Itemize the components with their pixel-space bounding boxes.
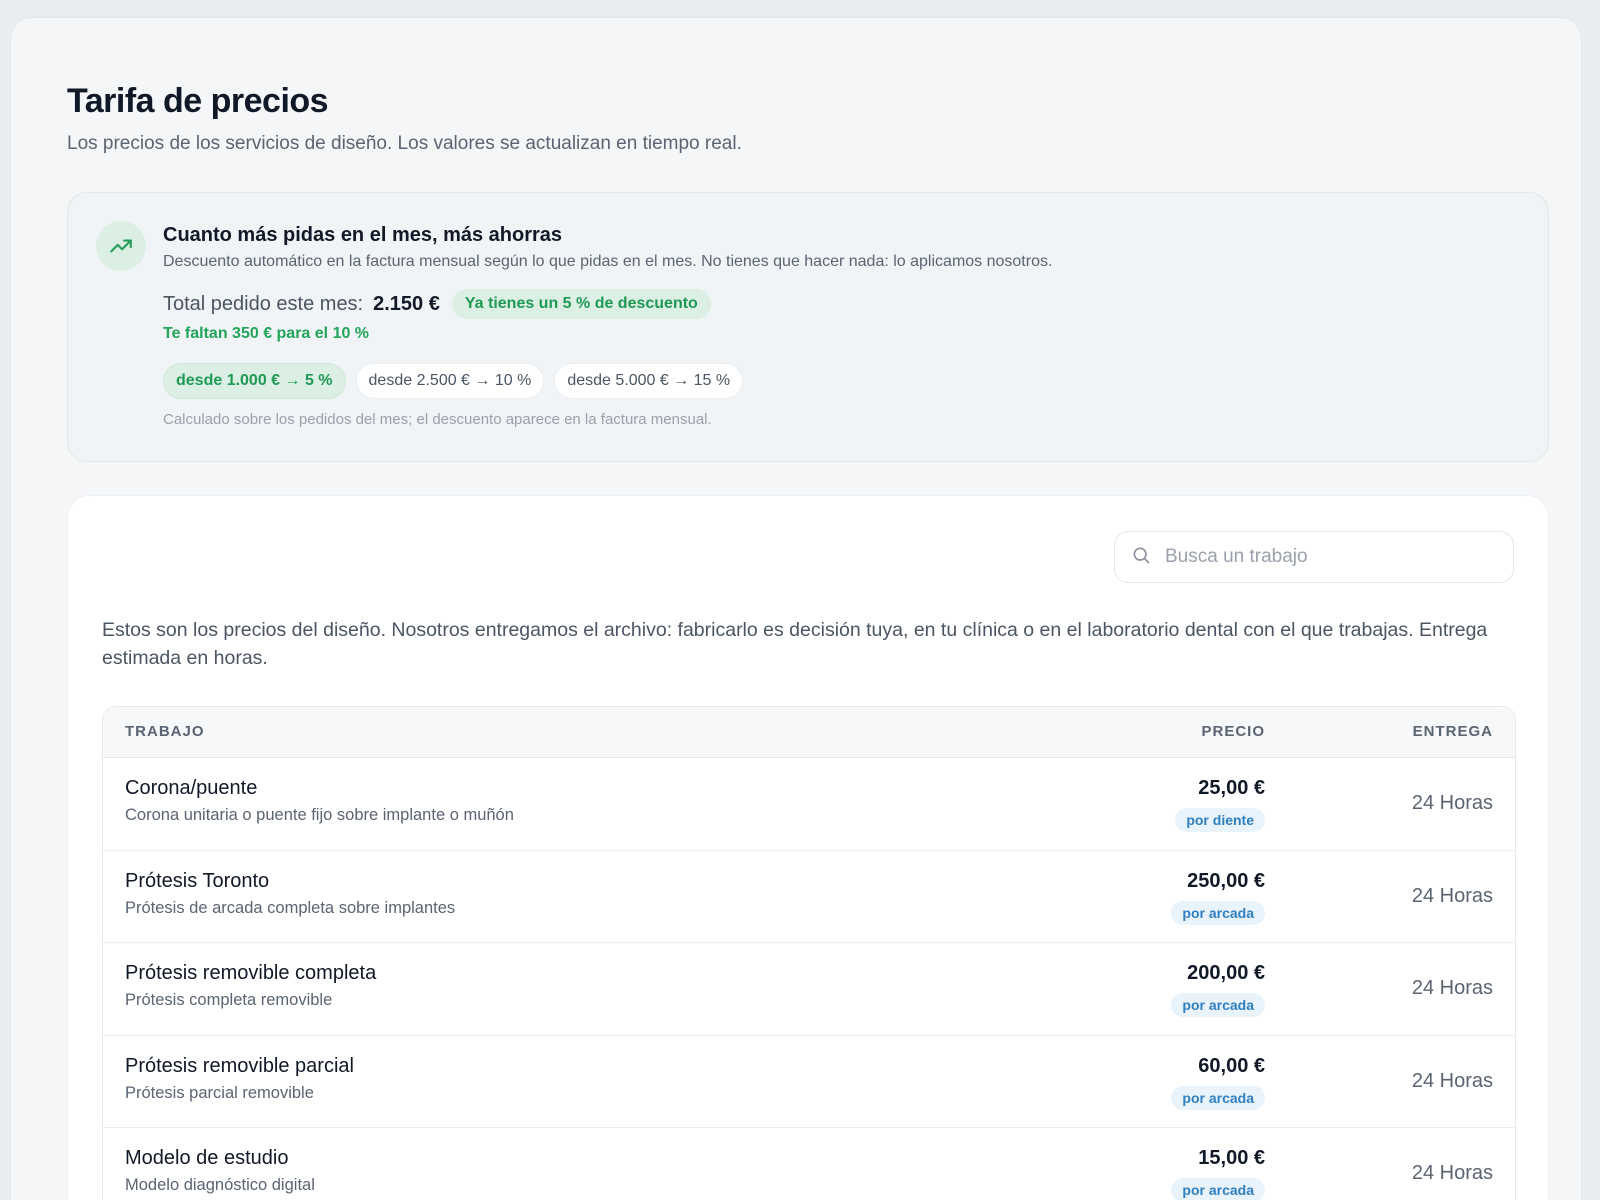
discount-tiers: desde 1.000 € → 5 % desde 2.500 € → 10 %… — [163, 363, 744, 399]
total-label: Total pedido este mes: — [163, 292, 364, 315]
table-row[interactable]: Prótesis Toronto Prótesis de arcada comp… — [103, 851, 1515, 943]
job-description: Prótesis de arcada completa sobre implan… — [125, 898, 456, 917]
table-header: TRABAJO PRECIO ENTREGA — [103, 707, 1515, 758]
intro-text: Estos son los precios del diseño. Nosotr… — [102, 619, 1488, 669]
job-price: 200,00 € — [1187, 962, 1265, 984]
delivery-time: 24 Horas — [1411, 977, 1493, 999]
job-name: Corona/puente — [125, 777, 258, 799]
price-list-card: Estos son los precios del diseño. Nosotr… — [67, 495, 1549, 1200]
table-row[interactable]: Prótesis removible parcial Prótesis parc… — [103, 1036, 1515, 1128]
table-row[interactable]: Corona/puente Corona unitaria o puente f… — [103, 758, 1515, 851]
delivery-time: 24 Horas — [1411, 1069, 1493, 1092]
job-name: Prótesis removible parcial — [125, 1054, 354, 1077]
delivery-time: 24 Horas — [1411, 1162, 1493, 1184]
search-input[interactable] — [1165, 546, 1485, 568]
discount-title: Cuanto más pidas en el mes, más ahorras — [163, 224, 563, 246]
tier-10-percent: desde 2.500 € → 10 % — [355, 363, 545, 399]
job-description: Prótesis parcial removible — [125, 1083, 314, 1102]
next-tier-message: Te faltan 350 € para el 10 % — [163, 325, 370, 342]
page-subtitle: Los precios de los servicios de diseño. … — [67, 133, 742, 154]
current-discount-badge: Ya tienes un 5 % de descuento — [451, 289, 711, 319]
price-unit-badge: por arcada — [1171, 900, 1265, 925]
job-description: Corona unitaria o puente fijo sobre impl… — [125, 806, 514, 824]
discount-panel: Cuanto más pidas en el mes, más ahorras … — [67, 192, 1549, 462]
table-row[interactable]: Modelo de estudio Modelo diagnóstico dig… — [103, 1128, 1515, 1200]
job-name: Prótesis removible completa — [125, 962, 377, 984]
price-unit-badge: por diente — [1175, 808, 1265, 832]
search-icon — [1131, 545, 1151, 570]
trending-up-icon — [96, 221, 146, 271]
delivery-time: 24 Horas — [1411, 884, 1493, 907]
price-unit-badge: por arcada — [1171, 1178, 1265, 1200]
job-name: Prótesis Toronto — [125, 869, 270, 892]
job-description: Modelo diagnóstico digital — [125, 1176, 315, 1194]
page-title: Tarifa de precios — [67, 82, 329, 120]
job-price: 25,00 € — [1198, 777, 1265, 799]
job-price: 250,00 € — [1187, 869, 1265, 892]
price-unit-badge: por arcada — [1171, 993, 1265, 1017]
calculation-note: Calculado sobre los pedidos del mes; el … — [163, 411, 712, 428]
header-price: PRECIO — [1201, 723, 1265, 740]
total-value: 2.150 € — [373, 292, 440, 315]
job-price: 60,00 € — [1198, 1054, 1265, 1077]
delivery-time: 24 Horas — [1411, 792, 1493, 814]
header-job: TRABAJO — [125, 723, 205, 740]
job-name: Modelo de estudio — [125, 1147, 289, 1169]
job-price: 15,00 € — [1198, 1147, 1265, 1169]
price-unit-badge: por arcada — [1171, 1085, 1265, 1110]
tier-15-percent: desde 5.000 € → 15 % — [554, 363, 744, 399]
monthly-total-row: Total pedido este mes: 2.150 € Ya tienes… — [163, 289, 711, 319]
table-row[interactable]: Prótesis removible completa Prótesis com… — [103, 943, 1515, 1036]
job-description: Prótesis completa removible — [125, 991, 333, 1009]
tier-5-percent: desde 1.000 € → 5 % — [163, 363, 346, 399]
discount-description: Descuento automático en la factura mensu… — [163, 253, 1053, 270]
price-table: TRABAJO PRECIO ENTREGA Corona/puente Cor… — [102, 706, 1516, 1200]
header-delivery: ENTREGA — [1412, 723, 1493, 740]
page-container: Tarifa de precios Los precios de los ser… — [10, 17, 1582, 1200]
search-box[interactable] — [1114, 531, 1514, 583]
